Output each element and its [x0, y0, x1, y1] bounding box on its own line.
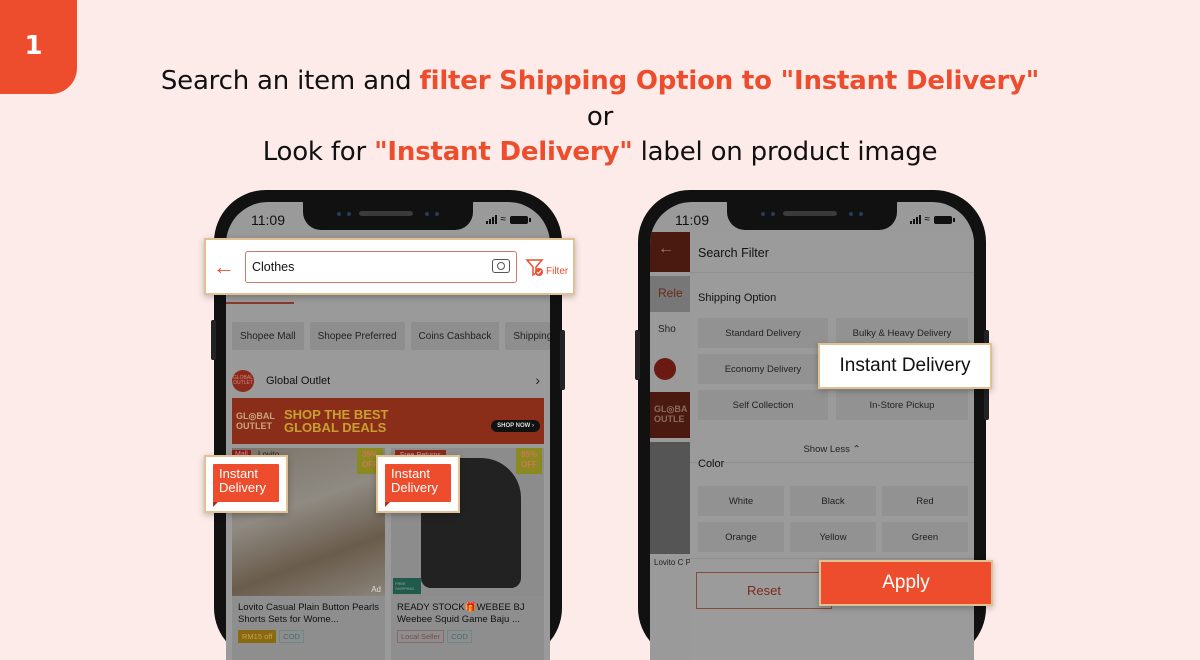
panel-title: Search Filter — [698, 246, 769, 260]
filter-icon — [525, 258, 544, 276]
headline-text: label on product image — [632, 137, 938, 167]
chevron-right-icon: › — [535, 372, 540, 388]
chip-shopee-preferred[interactable]: Shopee Preferred — [309, 322, 405, 350]
battery-icon — [934, 215, 955, 224]
power-button — [560, 330, 565, 390]
reset-button[interactable]: Reset — [696, 572, 832, 609]
headline-line-1: Search an item and filter Shipping Optio… — [0, 64, 1200, 99]
option-self-collection[interactable]: Self Collection — [698, 390, 828, 420]
signal-icon — [909, 215, 921, 224]
banner-line-2: GLOBAL DEALS — [284, 420, 387, 435]
divider — [690, 272, 974, 273]
cod-tag: COD — [447, 630, 472, 643]
global-outlet-row[interactable]: GLOBAL OUTLET Global Outlet › — [226, 366, 550, 396]
product-image-partial — [650, 442, 690, 554]
headline-line-2: or — [586, 102, 614, 132]
chip-shopee-mall[interactable]: Shopee Mall — [232, 322, 304, 350]
search-bar-highlight: ← Clothes Filter — [204, 238, 575, 295]
notch — [303, 202, 473, 230]
local-seller-tag: Local Seller — [397, 630, 445, 643]
chip-partial: Sho — [658, 324, 676, 335]
headline-highlight: filter Shipping Option to "Instant Deliv… — [419, 66, 1040, 96]
option-in-store-pickup[interactable]: In-Store Pickup — [836, 390, 968, 420]
shop-now-button[interactable]: SHOP NOW › — [491, 420, 540, 432]
status-time: 11:09 — [251, 212, 285, 228]
instant-delivery-option-highlight[interactable]: Instant Delivery — [818, 343, 992, 389]
headline-text: Search an item and — [160, 66, 420, 96]
free-shipping-badge: FREE SHIPPING — [393, 578, 421, 594]
voucher-tag: RM15 off — [238, 630, 277, 643]
filter-button[interactable]: Filter — [525, 257, 568, 277]
search-value: Clothes — [252, 259, 295, 274]
status-icons: ≈ — [485, 214, 531, 225]
divider — [690, 462, 974, 463]
signal-icon — [485, 215, 497, 224]
step-number: 1 — [24, 31, 43, 61]
headline-highlight: "Instant Delivery" — [374, 137, 633, 167]
arrow-left-icon: ← — [650, 232, 690, 272]
color-green[interactable]: Green — [882, 522, 968, 552]
divider — [690, 558, 974, 559]
arrow-left-icon[interactable]: ← — [213, 254, 237, 280]
color-red[interactable]: Red — [882, 486, 968, 516]
color-yellow[interactable]: Yellow — [790, 522, 876, 552]
status-icons: ≈ — [909, 214, 955, 225]
option-standard-delivery[interactable]: Standard Delivery — [698, 318, 828, 348]
search-input[interactable]: Clothes — [245, 250, 517, 283]
tab-relevance: Rele — [650, 276, 690, 312]
ad-label: Ad — [371, 585, 381, 594]
filter-label: Filter — [546, 265, 569, 277]
headline-line-3: Look for "Instant Delivery" label on pro… — [0, 135, 1200, 170]
discount-badge: 85% OFF — [516, 448, 542, 474]
instant-delivery-label-highlight: Instant Delivery — [204, 455, 288, 513]
wifi-icon: ≈ — [500, 214, 507, 225]
color-black[interactable]: Black — [790, 486, 876, 516]
show-less-toggle[interactable]: Show Less ⌃ — [690, 444, 974, 455]
product-title: Lovito Casual Plain Button Pearls Shorts… — [238, 602, 379, 625]
instant-delivery-label: Instant Delivery — [213, 464, 279, 507]
volume-button — [211, 320, 216, 360]
battery-icon — [510, 215, 531, 224]
product-title-partial: Lovito C Pearls S — [654, 558, 690, 567]
active-tab-indicator — [226, 302, 294, 304]
section-shipping-option: Shipping Option — [698, 292, 777, 304]
apply-button[interactable]: Apply — [819, 560, 993, 606]
instant-delivery-label-highlight: Instant Delivery — [376, 455, 460, 513]
wifi-icon: ≈ — [924, 214, 931, 225]
headline-text: Look for — [262, 137, 375, 167]
quick-filter-chips: Shopee Mall Shopee Preferred Coins Cashb… — [226, 322, 550, 358]
chip-shipping-option[interactable]: Shipping O — [505, 322, 550, 350]
volume-button — [635, 330, 640, 380]
color-white[interactable]: White — [698, 486, 784, 516]
camera-icon[interactable] — [492, 258, 510, 273]
banner-partial: GL◎BA OUTLE — [650, 392, 690, 438]
option-economy-delivery[interactable]: Economy Delivery — [698, 354, 828, 384]
product-title: READY STOCK🎁WEBEE BJ Weebee Squid Game B… — [397, 602, 525, 625]
notch — [727, 202, 897, 230]
color-orange[interactable]: Orange — [698, 522, 784, 552]
background-results-strip: ← Rele Sho GL◎BA OUTLE Lovito C Pearls S — [650, 202, 690, 660]
status-time: 11:09 — [675, 212, 709, 228]
global-outlet-name: Global Outlet — [266, 375, 331, 387]
banner-logo: GL◎BAL OUTLET — [236, 411, 275, 431]
global-outlet-banner[interactable]: GL◎BAL OUTLET SHOP THE BEST GLOBAL DEALS … — [232, 398, 544, 444]
cod-tag: COD — [279, 630, 304, 643]
chip-coins-cashback[interactable]: Coins Cashback — [410, 322, 500, 350]
global-outlet-logo — [654, 358, 676, 380]
banner-text: SHOP THE BEST GLOBAL DEALS — [278, 408, 389, 434]
section-color: Color — [698, 458, 725, 470]
instant-delivery-label: Instant Delivery — [385, 464, 451, 507]
global-outlet-logo: GLOBAL OUTLET — [232, 370, 254, 392]
